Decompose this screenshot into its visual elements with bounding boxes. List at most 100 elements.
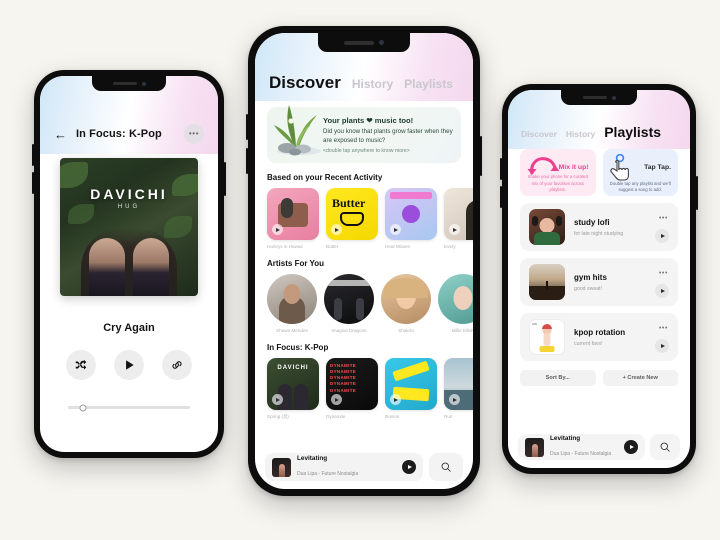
playlist-meta: kpop rotation current favs! — [574, 328, 625, 347]
banner-hint: <double tap anywhere to know more> — [323, 148, 410, 155]
playlist-card[interactable]: study lofi for late night studying ••• — [520, 203, 678, 251]
tab-discover[interactable]: Discover — [269, 73, 341, 93]
avatar — [381, 274, 431, 324]
volume-down-button[interactable] — [246, 148, 248, 174]
playlist-desc: good sweat! — [574, 285, 602, 292]
avatar — [267, 274, 317, 324]
screenshot-stage: ← In Focus: K-Pop ••• DAVICHI HUG Cry Ag… — [0, 0, 720, 540]
more-options-button[interactable]: ••• — [184, 124, 204, 144]
album-tile[interactable]: DYNAMITE DYNAMITE DYNAMITE DYNAMITE DYNAMITE… — [326, 358, 378, 420]
plants-banner[interactable]: Your plants ❤ music too! Did you know th… — [267, 105, 461, 163]
feature-body: Double tap any playlist and we'll sugges… — [609, 180, 671, 192]
artist-label: Billie Eilish — [452, 328, 473, 333]
notch — [318, 33, 410, 52]
track-title: Cry Again — [103, 322, 155, 334]
speaker-icon — [344, 40, 374, 45]
tab-discover[interactable]: Discover — [521, 129, 557, 139]
figure — [133, 238, 169, 296]
seek-knob[interactable] — [79, 404, 87, 411]
volume-up-button[interactable] — [246, 114, 248, 140]
artist-item[interactable]: Shakira — [381, 274, 431, 333]
play-overlay-button[interactable] — [331, 224, 342, 235]
tab-bar: Discover History Playlists — [269, 73, 459, 93]
tab-history[interactable]: History — [566, 129, 595, 139]
create-new-button[interactable]: + Create New — [602, 370, 678, 386]
album-tile[interactable]: Illusion — [385, 358, 437, 420]
power-button[interactable] — [224, 162, 226, 196]
playlist-cover — [529, 209, 565, 245]
play-button[interactable] — [114, 350, 144, 380]
artist-item[interactable]: Billie Eilish — [438, 274, 473, 333]
play-button[interactable] — [624, 440, 638, 454]
play-icon — [660, 234, 665, 238]
album-cover: Butter — [326, 188, 378, 240]
shuffle-button[interactable] — [66, 350, 96, 380]
album-label: lovely — [444, 244, 456, 249]
play-overlay-button[interactable] — [449, 394, 460, 405]
tab-playlists[interactable]: Playlists — [604, 124, 661, 140]
album-tile[interactable]: Run — [444, 358, 473, 420]
album-cover — [444, 358, 473, 410]
feature-body: Shake your phone for a curated mix of yo… — [527, 174, 588, 192]
volume-up-button[interactable] — [32, 144, 34, 166]
playlist-card[interactable]: UW kpop rotation current favs! ••• — [520, 313, 678, 361]
album-art[interactable]: DAVICHI HUG — [60, 158, 198, 296]
play-icon — [629, 445, 634, 449]
artist-item[interactable]: Shawn Mendes — [267, 274, 317, 333]
album-label: Harleys in Hawaii — [267, 244, 303, 249]
volume-down-button[interactable] — [32, 172, 34, 194]
album-tile[interactable]: Harleys in Hawaii — [267, 188, 319, 249]
power-button[interactable] — [696, 176, 698, 210]
now-playing-meta: Levitating Dua Lipa - Future Nostalgia — [550, 435, 611, 460]
banner-text: Your plants ❤ music too! Did you know th… — [323, 116, 461, 155]
now-playing-bar[interactable]: Levitating Dua Lipa - Future Nostalgia — [265, 453, 423, 481]
album-tile[interactable]: Heat Waves — [385, 188, 437, 249]
now-playing-track: Levitating — [297, 454, 328, 462]
tab-playlists[interactable]: Playlists — [404, 77, 453, 91]
power-button[interactable] — [480, 136, 482, 176]
playlist-name: kpop rotation — [574, 327, 626, 337]
play-icon — [660, 344, 665, 348]
play-overlay-button[interactable] — [390, 224, 401, 235]
play-button[interactable] — [402, 460, 416, 474]
album-tile[interactable]: lovely — [444, 188, 473, 249]
play-overlay-button[interactable] — [390, 394, 401, 405]
link-button[interactable] — [162, 350, 192, 380]
album-row-kpop[interactable]: DAVICHI Spring (봄) DYNAMITE DYNAMITE DYNAM… — [255, 358, 473, 420]
play-button[interactable] — [655, 339, 669, 353]
album-tile[interactable]: DAVICHI Spring (봄) — [267, 358, 319, 420]
album-row-recent[interactable]: Harleys in Hawaii Butter Butter Heat Wav… — [255, 188, 473, 249]
volume-up-button[interactable] — [500, 158, 502, 180]
avatar — [438, 274, 473, 324]
camera-icon — [141, 81, 146, 86]
play-overlay-button[interactable] — [272, 394, 283, 405]
album-subtitle: HUG — [117, 204, 141, 210]
feature-card-mix-it-up[interactable]: Mix it up! Shake your phone for a curate… — [520, 149, 596, 196]
search-icon — [660, 442, 670, 452]
artist-row[interactable]: Shawn Mendes Imagine Dragons Shakira Bil… — [255, 274, 473, 333]
tab-history[interactable]: History — [352, 77, 393, 91]
playlist-desc: for late night studying — [574, 230, 624, 237]
play-overlay-button[interactable] — [331, 394, 342, 405]
seek-bar[interactable] — [68, 404, 190, 411]
playlist-card[interactable]: gym hits good sweat! ••• — [520, 258, 678, 306]
now-playing-track: Levitating — [550, 434, 581, 442]
playlist-name: gym hits — [574, 272, 607, 282]
play-button[interactable] — [655, 229, 669, 243]
search-button[interactable] — [429, 453, 463, 481]
play-overlay-button[interactable] — [449, 224, 460, 235]
volume-down-button[interactable] — [500, 186, 502, 208]
link-icon — [172, 361, 182, 369]
sort-by-button[interactable]: Sort By... — [520, 370, 596, 386]
play-button[interactable] — [655, 284, 669, 298]
search-button[interactable] — [650, 434, 680, 460]
album-tile[interactable]: Butter Butter — [326, 188, 378, 249]
album-label: Dynamite — [326, 414, 346, 419]
artist-item[interactable]: Imagine Dragons — [324, 274, 374, 333]
feature-card-tap-tap[interactable]: Tap Tap. Double tap any playlist and we'… — [602, 149, 678, 196]
now-playing-bar[interactable]: Levitating Dua Lipa - Future Nostalgia — [518, 434, 645, 460]
arrow-left-icon[interactable]: ← — [54, 128, 67, 141]
play-overlay-button[interactable] — [272, 224, 283, 235]
feature-title: Mix it up! — [558, 164, 589, 171]
playlist-meta: study lofi for late night studying — [574, 218, 623, 237]
